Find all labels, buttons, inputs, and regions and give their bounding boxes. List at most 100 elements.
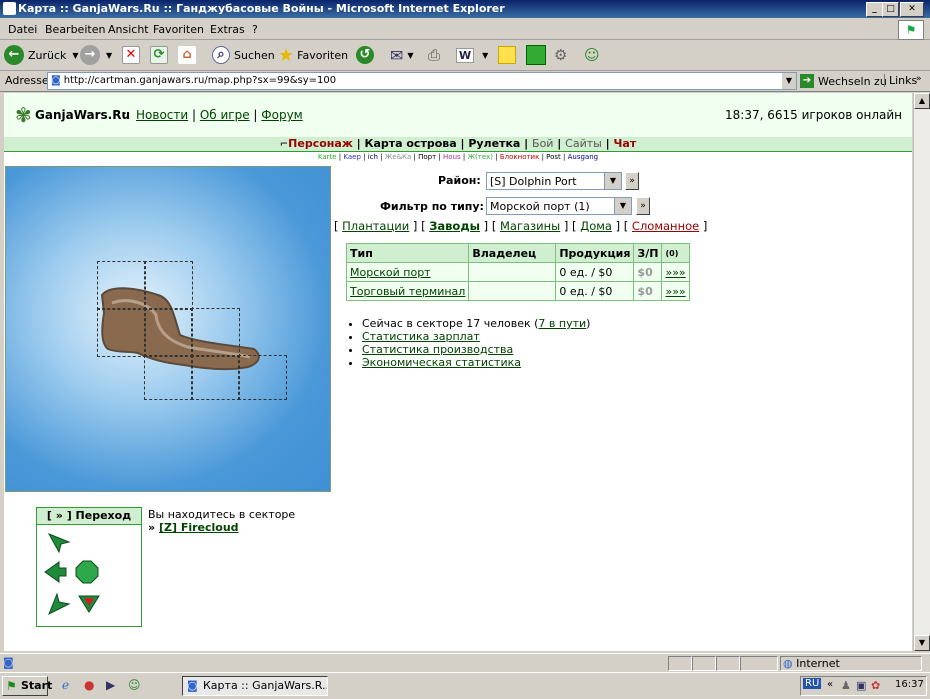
- production-stats-link[interactable]: Статистика производства: [362, 343, 513, 356]
- salary-stats-link[interactable]: Статистика зарплат: [362, 330, 480, 343]
- notes-button[interactable]: [498, 44, 516, 66]
- menu-datei[interactable]: Datei: [8, 23, 37, 36]
- arrow-south-icon[interactable]: [77, 592, 101, 616]
- bracket: [: [421, 219, 430, 233]
- menu-ansicht[interactable]: Ansicht: [108, 23, 149, 36]
- mail-button[interactable]: ✉ ▼: [390, 44, 414, 66]
- current-sector-link[interactable]: [Z] Firecloud: [159, 521, 239, 534]
- minimize-button[interactable]: _: [866, 2, 883, 17]
- subnav-item[interactable]: Блокнотик: [500, 153, 540, 161]
- refresh-button[interactable]: ⟳: [150, 44, 168, 66]
- island-map[interactable]: [5, 166, 331, 492]
- tray-app-icon[interactable]: ✿: [871, 679, 880, 692]
- print-button[interactable]: ⎙: [428, 44, 440, 66]
- sector-grid-cell[interactable]: [238, 355, 287, 400]
- nav-sites[interactable]: Сайты: [565, 137, 602, 150]
- type-filter-go-button[interactable]: »: [636, 197, 650, 215]
- edit-button[interactable]: W ▼: [456, 44, 488, 66]
- subnav-item[interactable]: Hous: [443, 153, 461, 161]
- messenger-quicklaunch-icon[interactable]: ☺: [128, 678, 141, 692]
- vertical-scrollbar[interactable]: ▲ ▼: [913, 93, 930, 651]
- browser-quicklaunch-icon[interactable]: ●: [84, 678, 94, 692]
- nav-roulette[interactable]: Рулетка: [468, 137, 520, 150]
- subnav-item[interactable]: ich: [368, 153, 378, 161]
- links-chevron-icon[interactable]: »: [916, 74, 922, 84]
- subnav-item[interactable]: Karte: [318, 153, 337, 161]
- taskbar-window-item[interactable]: ◙ Карта :: GanjaWars.R...: [182, 676, 328, 696]
- arrow-northwest-icon[interactable]: [47, 532, 71, 556]
- menu-help[interactable]: ?: [252, 23, 258, 36]
- property-action-link[interactable]: »»»: [665, 285, 685, 298]
- sector-grid-cell[interactable]: [97, 308, 146, 357]
- subnav-item[interactable]: Порт: [418, 153, 436, 161]
- network-icon[interactable]: ▣: [856, 679, 866, 692]
- menu-bearbeiten[interactable]: Bearbeiten: [45, 23, 105, 36]
- table-cell: $0: [633, 281, 663, 301]
- col-product: Продукция: [555, 243, 635, 263]
- home-button[interactable]: ⌂: [178, 44, 196, 66]
- category-link[interactable]: Заводы: [429, 219, 480, 233]
- search-button[interactable]: ⌕ Suchen: [212, 44, 275, 66]
- tool-button-1[interactable]: [526, 44, 546, 66]
- subnav-item[interactable]: Ж(тех): [467, 153, 493, 161]
- address-dropdown-button[interactable]: ▼: [782, 73, 796, 89]
- start-button[interactable]: ⚑ Start: [2, 676, 52, 696]
- bracket: ]: [409, 219, 422, 233]
- scroll-down-button[interactable]: ▼: [914, 635, 930, 651]
- subnav-item[interactable]: Kaep: [343, 153, 361, 161]
- scroll-up-button[interactable]: ▲: [914, 93, 930, 109]
- back-button[interactable]: ← Zurück ▼: [4, 44, 79, 66]
- category-link[interactable]: Плантации: [342, 219, 409, 233]
- messenger-button[interactable]: ☺: [584, 44, 600, 66]
- property-type-link[interactable]: Морской порт: [350, 266, 431, 279]
- district-select[interactable]: [S] Dolphin Port ▼: [486, 172, 622, 190]
- go-button[interactable]: ➔ Wechseln zu: [800, 72, 887, 90]
- menu-extras[interactable]: Extras: [210, 23, 245, 36]
- arrow-west-icon[interactable]: [43, 560, 67, 584]
- bracket: [: [623, 219, 632, 233]
- subnav-item[interactable]: Post: [546, 153, 561, 161]
- forward-button[interactable]: → ▼: [80, 44, 112, 66]
- category-link[interactable]: Дома: [580, 219, 612, 233]
- property-action-link[interactable]: »»»: [665, 266, 685, 279]
- stop-button[interactable]: ✕: [122, 44, 140, 66]
- table-cell: 0 ед. / $0: [555, 281, 635, 301]
- sector-grid-cell[interactable]: [97, 261, 146, 310]
- nav-chat[interactable]: Чат: [614, 137, 637, 150]
- sector-grid-cell[interactable]: [144, 308, 193, 357]
- close-button[interactable]: ✕: [900, 2, 924, 17]
- tray-app-icon[interactable]: ♟: [841, 679, 851, 692]
- menu-favoriten[interactable]: Favoriten: [153, 23, 204, 36]
- nav-character[interactable]: Персонаж: [288, 137, 353, 150]
- arrow-southwest-icon[interactable]: [47, 592, 71, 616]
- favorites-button[interactable]: ★ Favoriten: [278, 44, 348, 66]
- category-link[interactable]: Магазины: [500, 219, 560, 233]
- sector-grid-cell[interactable]: [191, 355, 240, 400]
- sector-grid-cell[interactable]: [144, 355, 193, 400]
- category-link[interactable]: Сломанное: [632, 219, 699, 233]
- sector-grid-cell[interactable]: [144, 261, 193, 310]
- nav-battle[interactable]: Бой: [532, 137, 553, 150]
- site-logo[interactable]: GanjaWars.Ru: [35, 108, 130, 122]
- links-button[interactable]: Links: [884, 74, 917, 87]
- economic-stats-link[interactable]: Экономическая статистика: [362, 356, 521, 369]
- property-product: 0 ед. / $0: [559, 265, 613, 279]
- media-quicklaunch-icon[interactable]: ▶: [106, 678, 115, 692]
- tool-button-2[interactable]: ⚙: [554, 44, 567, 66]
- subnav-item[interactable]: Ausgang: [568, 153, 599, 161]
- tray-expand-icon[interactable]: «: [827, 679, 833, 690]
- nav-island-map[interactable]: Карта острова: [364, 137, 456, 150]
- type-filter-select[interactable]: Морской порт (1) ▼: [486, 197, 632, 215]
- maximize-button[interactable]: □: [882, 2, 899, 17]
- sector-grid-cell[interactable]: [191, 308, 240, 357]
- history-button[interactable]: ↺: [356, 44, 374, 66]
- in-transit-link[interactable]: 7 в пути: [538, 317, 586, 330]
- district-go-button[interactable]: »: [625, 172, 639, 190]
- forum-link[interactable]: Форум: [261, 108, 302, 122]
- address-input[interactable]: ◙ http://cartman.ganjawars.ru/map.php?sx=…: [47, 72, 797, 90]
- ie-quicklaunch-icon[interactable]: ℯ: [62, 678, 69, 692]
- subnav-item[interactable]: Же&Ка: [385, 153, 412, 161]
- news-link[interactable]: Новости: [136, 108, 188, 122]
- about-link[interactable]: Об игре: [200, 108, 250, 122]
- property-type-link[interactable]: Торговый терминал: [350, 285, 465, 298]
